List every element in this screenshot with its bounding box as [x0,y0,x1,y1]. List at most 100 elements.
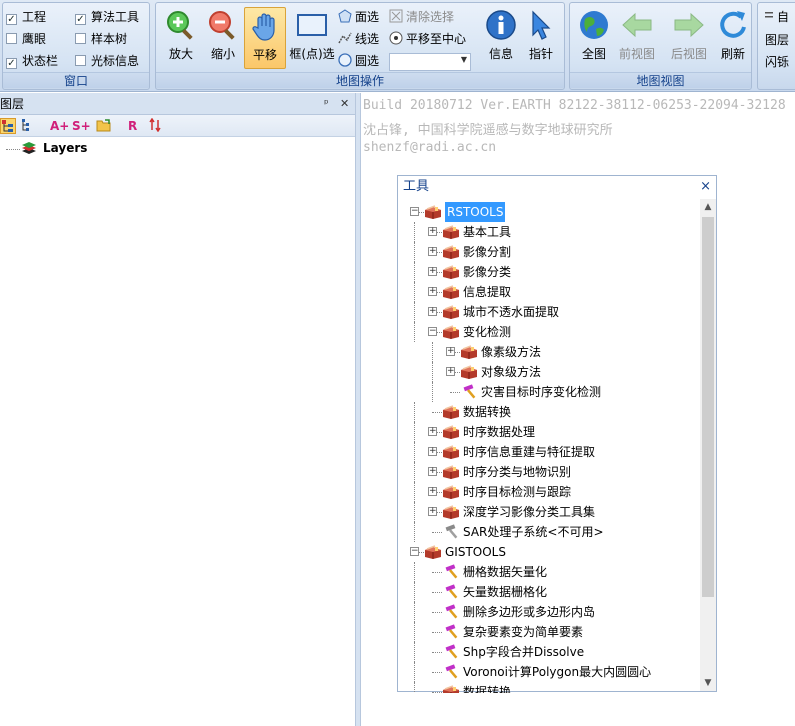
line-select-button[interactable]: 线选 [338,29,379,49]
clear-select-button[interactable]: 清除选择 [389,7,454,27]
check-sample-tree[interactable]: 样本树 [75,30,127,48]
auto-button[interactable]: 自 [764,7,789,27]
arrow-right-icon [673,9,705,41]
expand-icon[interactable]: + [428,247,437,256]
tree-node[interactable]: + 信息提取 [398,282,698,302]
tree-node[interactable]: 数据转换 [398,402,698,422]
check-project[interactable]: ✓ 工程 [6,8,46,26]
zoom-out-button[interactable]: 缩小 [202,7,244,69]
tree-node[interactable]: + 基本工具 [398,222,698,242]
tree-node[interactable]: + 像素级方法 [398,342,698,362]
check-algorithm-tools[interactable]: ✓ 算法工具 [75,8,139,26]
expand-icon[interactable]: + [428,307,437,316]
pin-icon[interactable]: ᵖ [324,93,329,115]
checkbox-icon[interactable] [75,55,86,66]
toolbox-icon [442,684,460,693]
layer-list-icon[interactable] [20,118,36,134]
tree-node[interactable]: + 城市不透水面提取 [398,302,698,322]
tree-node[interactable]: Voronoi计算Polygon最大内圆圆心 [398,662,698,682]
tree-node-label: 矢量数据栅格化 [463,585,548,599]
layers-button[interactable]: 图层 [765,30,789,50]
collapse-icon[interactable]: − [410,547,419,556]
tree-node-label: 城市不透水面提取 [463,305,560,319]
scrollbar-thumb[interactable] [702,217,714,597]
next-view-button[interactable]: 后视图 [666,7,712,69]
tree-node[interactable]: + 时序目标检测与跟踪 [398,482,698,502]
tree-node[interactable]: 灾害目标时序变化检测 [398,382,698,402]
zoom-in-button[interactable]: 放大 [160,7,202,69]
collapse-icon[interactable]: − [410,207,419,216]
tree-node[interactable]: − 变化检测 [398,322,698,342]
checkbox-icon[interactable]: ✓ [6,58,17,69]
add-shape-button[interactable]: S+ [72,118,91,134]
tree-node[interactable]: Shp字段合并Dissolve [398,642,698,662]
close-icon[interactable]: × [700,176,711,198]
tree-node[interactable]: + 时序信息重建与特征提取 [398,442,698,462]
tree-node[interactable]: 删除多边形或多边形内岛 [398,602,698,622]
tree-node[interactable]: + 影像分类 [398,262,698,282]
tree-node-label: 对象级方法 [481,365,542,379]
tree-node[interactable]: + 影像分割 [398,242,698,262]
scale-dropdown[interactable]: ▼ [389,53,471,71]
expand-icon[interactable]: + [428,427,437,436]
tree-node-label: 时序分类与地物识别 [463,465,572,479]
pan-button[interactable]: 平移 [244,7,286,69]
expand-icon[interactable]: + [428,227,437,236]
tree-node[interactable]: + 时序分类与地物识别 [398,462,698,482]
map-ops-group-label: 地图操作 [156,72,564,88]
hand-icon [249,10,281,42]
pointer-button[interactable]: 指针 [520,7,562,69]
app-window: ✓ 工程 鹰眼 ✓ 状态栏 ✓ 算法工具 样本树 光标信息 窗口 放大 缩小 平… [0,0,795,726]
flash-button[interactable]: 闪铄 [765,52,789,72]
full-view-button[interactable]: 全图 [573,7,615,69]
checkbox-icon[interactable] [6,33,17,44]
tree-node[interactable]: 矢量数据栅格化 [398,582,698,602]
tools-tree: − RSTOOLS + 基本工具 + 影像分割 + 影像分类 + 信息提取 + 城市不透水面提取 − 变化… [398,199,700,693]
expand-icon[interactable]: + [428,507,437,516]
check-cursor-info[interactable]: 光标信息 [75,52,139,70]
layer-tree-icon[interactable] [0,118,16,134]
sort-icon[interactable] [148,117,162,134]
chevron-down-icon[interactable]: ▼ [700,675,716,691]
pan-to-center-button[interactable]: 平移至中心 [389,29,466,49]
prev-view-button[interactable]: 前视图 [614,7,660,69]
tree-node[interactable]: + 时序数据处理 [398,422,698,442]
checkbox-icon[interactable]: ✓ [6,14,17,25]
add-raster-button[interactable]: A+ [50,118,69,134]
checkbox-icon[interactable] [75,33,86,44]
tree-node[interactable]: + 对象级方法 [398,362,698,382]
tree-node[interactable]: + 深度学习影像分类工具集 [398,502,698,522]
refresh-button[interactable]: 刷新 [712,7,754,69]
tree-node[interactable]: − RSTOOLS [398,202,698,222]
email-info: shenzf@radi.ac.cn [363,140,497,155]
box-select-button[interactable]: 框(点)选 [288,7,336,69]
tree-node[interactable]: 数据转换 [398,682,698,693]
check-eagle-eye[interactable]: 鹰眼 [6,30,46,48]
expand-icon[interactable]: + [428,267,437,276]
remove-layer-button[interactable]: R [128,118,137,134]
tools-window-title: 工具 × [398,176,716,198]
polygon-select-button[interactable]: 面选 [338,7,379,27]
layers-root-node[interactable]: Layers [0,139,355,159]
circle-select-button[interactable]: 圆选 [338,51,379,71]
check-status-bar[interactable]: ✓ 状态栏 [6,52,58,70]
tree-node[interactable]: SAR处理子系统<不可用> [398,522,698,542]
tree-node[interactable]: 复杂要素变为简单要素 [398,622,698,642]
expand-icon[interactable]: + [428,467,437,476]
close-icon[interactable]: ✕ [340,93,349,115]
toolbox-icon [442,244,460,260]
checkbox-icon[interactable]: ✓ [75,14,86,25]
tree-node[interactable]: − GISTOOLS [398,542,698,562]
collapse-icon[interactable]: − [428,327,437,336]
open-folder-icon[interactable] [96,118,112,134]
info-button[interactable]: 信息 [480,7,522,69]
expand-icon[interactable]: + [446,367,455,376]
expand-icon[interactable]: + [428,447,437,456]
tree-scrollbar[interactable]: ▲ ▼ [700,199,716,691]
tree-node[interactable]: 栅格数据矢量化 [398,562,698,582]
expand-icon[interactable]: + [428,287,437,296]
info-icon [485,9,517,41]
chevron-up-icon[interactable]: ▲ [700,199,716,215]
expand-icon[interactable]: + [446,347,455,356]
expand-icon[interactable]: + [428,487,437,496]
